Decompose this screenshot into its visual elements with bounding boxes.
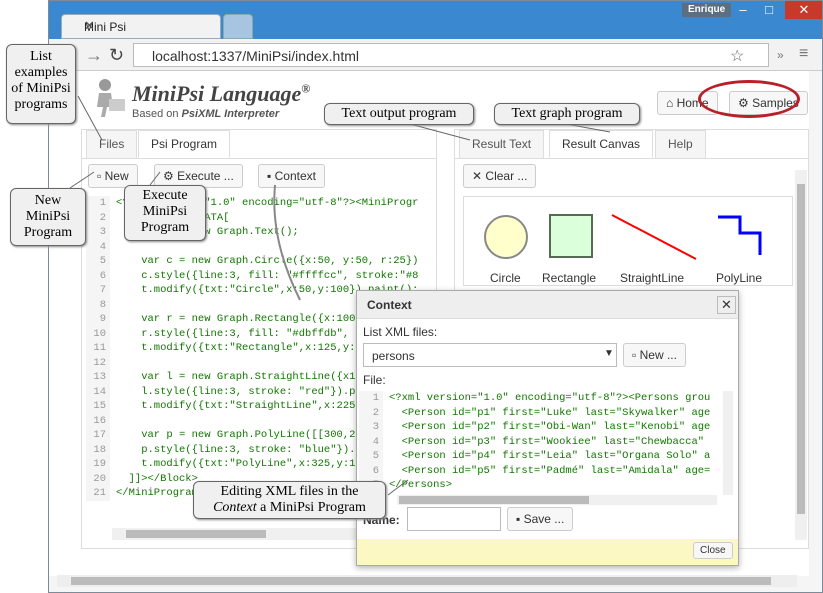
callout-new-program: New MiniPsi Program bbox=[10, 188, 86, 246]
callout-list-examples: List examples of MiniPsi programs bbox=[6, 44, 76, 124]
callout-editing-xml: Editing XML files in the Context a MiniP… bbox=[193, 481, 386, 519]
callout-text-output: Text output program bbox=[324, 103, 474, 125]
callout-text-graph: Text graph program bbox=[494, 103, 640, 125]
callout-execute-program: Execute MiniPsi Program bbox=[124, 185, 206, 241]
callout-arrows bbox=[69, 95, 611, 496]
